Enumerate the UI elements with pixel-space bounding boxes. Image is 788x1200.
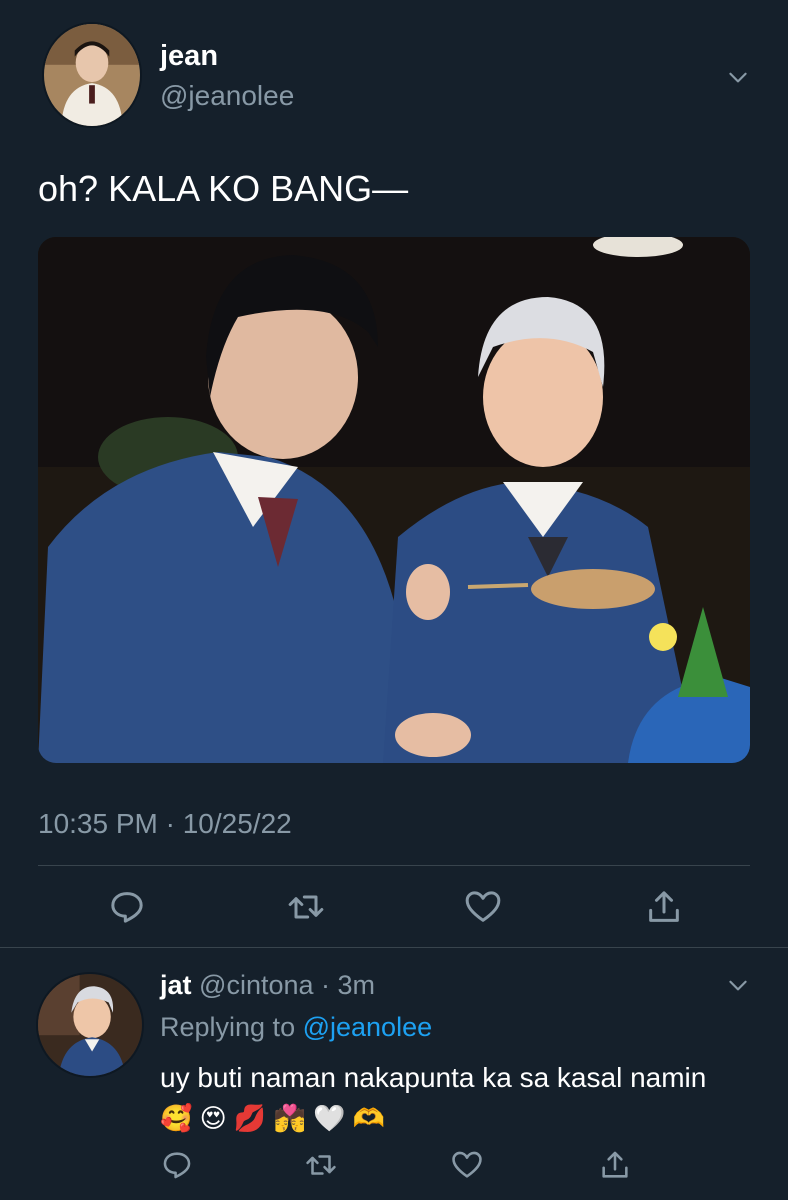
retweet-icon[interactable] (286, 887, 326, 927)
chevron-down-icon[interactable] (725, 972, 751, 998)
reply-author-avatar[interactable] (36, 972, 144, 1078)
reply-icon[interactable] (107, 887, 147, 927)
retweet-icon[interactable] (304, 1148, 338, 1182)
author-handle[interactable]: @jeanolee (160, 80, 294, 112)
replying-to: Replying to @jeanolee (160, 1012, 432, 1043)
heart-icon[interactable] (463, 887, 503, 927)
meta-separator: · (313, 970, 338, 1000)
divider (38, 865, 750, 866)
heart-icon[interactable] (450, 1148, 484, 1182)
reply-header: jat @cintona · 3m (160, 970, 375, 1001)
reply-text: uy buti naman nakapunta ka sa kasal nami… (160, 1058, 720, 1138)
tweet-timestamp[interactable]: 10:35 PM · 10/25/22 (38, 808, 292, 840)
reply-time[interactable]: 3m (338, 970, 376, 1000)
tweet-text: oh? KALA KO BANG— (38, 168, 409, 209)
reply-text-body: uy buti naman nakapunta ka sa kasal nami… (160, 1062, 707, 1093)
author-avatar[interactable] (42, 22, 142, 128)
tweet-detail-page: jean @jeanolee oh? KALA KO BANG— 10:35 P… (0, 0, 788, 1200)
tweet-photo[interactable] (38, 237, 750, 763)
reply-author-handle[interactable]: @cintona (199, 970, 313, 1000)
share-icon[interactable] (598, 1148, 632, 1182)
author-name[interactable]: jean (160, 40, 218, 73)
reply-author-name[interactable]: jat (160, 970, 192, 1000)
replying-to-link[interactable]: @jeanolee (303, 1012, 433, 1042)
reply-icon[interactable] (160, 1148, 194, 1182)
chevron-down-icon[interactable] (725, 64, 751, 90)
replying-prefix: Replying to (160, 1012, 303, 1042)
divider (0, 947, 788, 948)
share-icon[interactable] (644, 887, 684, 927)
reply-emojis: 🥰 😍 💋 💏 🤍 🫶 (160, 1103, 386, 1133)
